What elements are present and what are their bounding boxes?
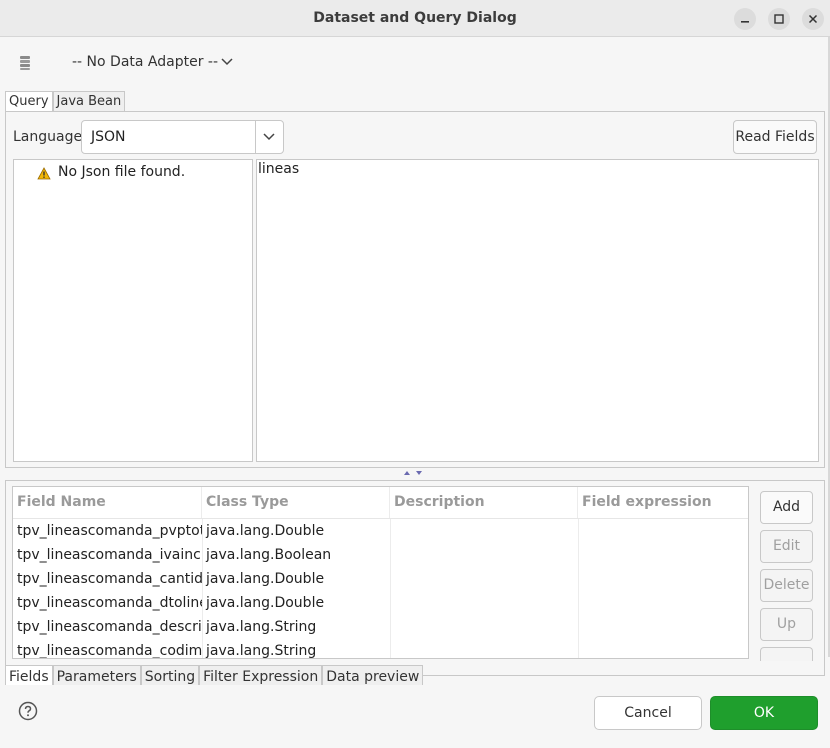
field-name-cell: tpv_lineascomanda_ivaincl [17, 547, 202, 563]
sash-handle-icon[interactable] [403, 470, 427, 476]
table-header: Field Name Class Type Description Field … [13, 487, 748, 519]
class-type-cell: java.lang.Boolean [206, 547, 332, 563]
language-value: JSON [91, 129, 126, 145]
table-row[interactable]: tpv_lineascomanda_descrip java.lang.Stri… [13, 615, 748, 639]
warning-icon [37, 167, 51, 180]
expression-cell [578, 543, 748, 567]
fields-panel: Field Name Class Type Description Field … [5, 480, 825, 676]
cancel-button[interactable]: Cancel [594, 696, 702, 730]
select-divider [255, 121, 256, 153]
field-name-cell: tpv_lineascomanda_dtoline [17, 595, 202, 611]
description-cell [390, 543, 578, 567]
help-icon[interactable] [18, 701, 38, 721]
class-type-cell: java.lang.Double [206, 523, 325, 539]
language-select[interactable]: JSON [81, 120, 284, 154]
table-row[interactable]: tpv_lineascomanda_pvptot java.lang.Doubl… [13, 519, 748, 543]
dataset-dialog: -- No Data Adapter -- Query Java Bean La… [0, 37, 830, 748]
minimize-icon [741, 21, 749, 23]
up-button[interactable]: Up [760, 608, 813, 641]
description-cell [390, 591, 578, 615]
expression-cell [578, 519, 748, 543]
field-name-cell: tpv_lineascomanda_descrip [17, 619, 202, 635]
fields-tabs: Fields Parameters Sorting Filter Express… [5, 665, 424, 685]
tab-java-bean[interactable]: Java Bean [52, 91, 126, 112]
table-row[interactable]: tpv_lineascomanda_ivaincl java.lang.Bool… [13, 543, 748, 567]
table-row[interactable]: tpv_lineascomanda_cantida java.lang.Doub… [13, 567, 748, 591]
tab-data-preview[interactable]: Data preview [322, 665, 424, 685]
dialog-footer: Cancel OK [0, 685, 830, 748]
minimize-button[interactable] [734, 8, 756, 30]
window-title: Dataset and Query Dialog [313, 10, 517, 26]
query-tabs: Query Java Bean [5, 91, 126, 113]
field-name-cell: tpv_lineascomanda_codimp [17, 643, 202, 659]
tab-query[interactable]: Query [5, 91, 53, 113]
maximize-icon [774, 14, 784, 24]
language-label: Language [13, 129, 83, 145]
description-cell [390, 615, 578, 639]
tab-filter-expression[interactable]: Filter Expression [199, 665, 323, 685]
expression-cell [578, 591, 748, 615]
column-header[interactable]: Description [390, 487, 578, 518]
tab-parameters[interactable]: Parameters [52, 665, 141, 685]
delete-button[interactable]: Delete [760, 569, 813, 602]
query-panel: Language JSON Read Fields No Json file f… [5, 111, 825, 468]
close-icon [808, 14, 818, 24]
field-name-cell: tpv_lineascomanda_pvptot [17, 523, 202, 539]
description-cell [390, 639, 578, 658]
close-button[interactable] [802, 8, 824, 30]
field-name-cell: tpv_lineascomanda_cantida [17, 571, 202, 587]
json-tree-pane[interactable]: No Json file found. [13, 159, 253, 462]
expression-cell [578, 567, 748, 591]
query-text: lineas [258, 161, 300, 177]
description-cell [390, 567, 578, 591]
description-cell [390, 519, 578, 543]
add-button[interactable]: Add [760, 491, 813, 524]
read-fields-button[interactable]: Read Fields [733, 120, 817, 154]
table-row[interactable]: tpv_lineascomanda_dtoline java.lang.Doub… [13, 591, 748, 615]
class-type-cell: java.lang.String [206, 619, 317, 635]
fields-table[interactable]: Field Name Class Type Description Field … [12, 486, 749, 659]
data-adapter-combo[interactable]: -- No Data Adapter -- [72, 54, 218, 70]
column-header[interactable]: Class Type [202, 487, 390, 518]
tab-fields[interactable]: Fields [5, 665, 53, 685]
down-button[interactable] [760, 647, 813, 661]
edit-button[interactable]: Edit [760, 530, 813, 563]
table-body: tpv_lineascomanda_pvptot java.lang.Doubl… [13, 519, 748, 659]
ok-button[interactable]: OK [710, 696, 818, 730]
expression-cell [578, 615, 748, 639]
maximize-button[interactable] [768, 8, 790, 30]
chevron-down-icon[interactable] [220, 57, 234, 67]
class-type-cell: java.lang.String [206, 643, 317, 659]
query-text-area[interactable]: lineas [256, 159, 819, 462]
tab-sorting[interactable]: Sorting [140, 665, 200, 685]
table-row[interactable]: tpv_lineascomanda_codimp java.lang.Strin… [13, 639, 748, 659]
expression-cell [578, 639, 748, 658]
class-type-cell: java.lang.Double [206, 571, 325, 587]
chevron-down-icon [263, 133, 275, 141]
column-header[interactable]: Field expression [578, 487, 748, 518]
window-titlebar: Dataset and Query Dialog [0, 0, 830, 37]
tree-message: No Json file found. [58, 164, 186, 180]
class-type-cell: java.lang.Double [206, 595, 325, 611]
column-header[interactable]: Field Name [13, 487, 202, 518]
database-icon [20, 56, 30, 70]
